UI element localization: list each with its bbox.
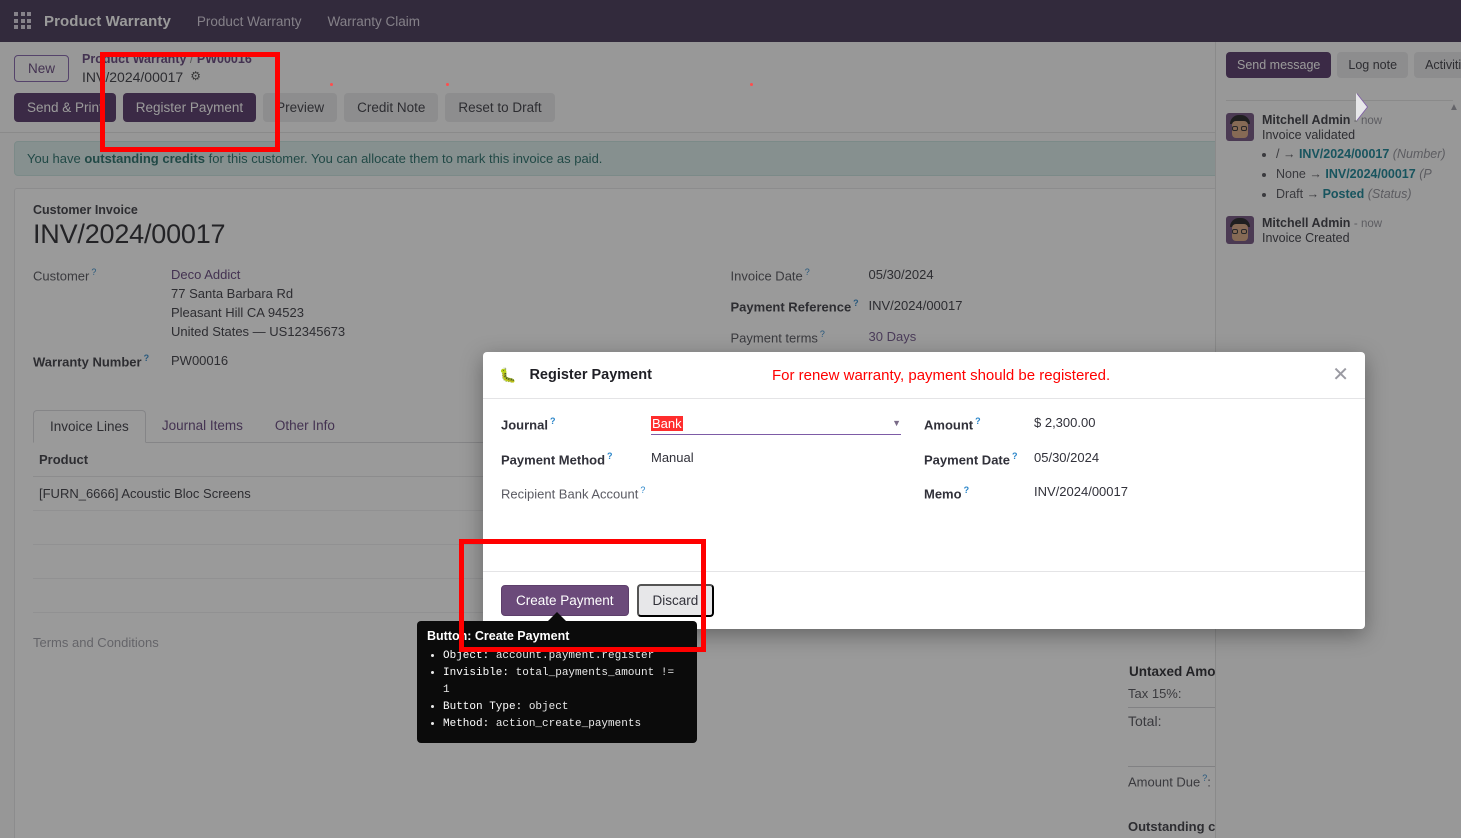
tooltip-item: Method: action_create_payments	[443, 716, 687, 733]
tooltip-item-value: account.payment.register	[489, 650, 654, 662]
dialog-left-column: Journal? Bank ▼ Payment Method? Manual R…	[501, 415, 924, 571]
annotation-dot	[330, 83, 333, 86]
tooltip-item-key: Invisible:	[443, 667, 509, 679]
dialog-title: Register Payment	[529, 367, 652, 383]
tooltip-title-prefix: Button	[427, 629, 467, 643]
field-payment-date: Payment Date? 05/30/2024	[924, 450, 1347, 470]
field-memo-value[interactable]: INV/2024/00017	[1034, 484, 1128, 504]
field-journal-label-text: Journal	[501, 417, 548, 432]
field-recipient-bank-account-label: Recipient Bank Account?	[501, 484, 651, 504]
dialog-body: Journal? Bank ▼ Payment Method? Manual R…	[483, 399, 1365, 571]
annotation-dot	[446, 83, 449, 86]
tooltip-title: Button: Create Payment	[427, 629, 687, 643]
chevron-down-icon[interactable]: ▼	[892, 418, 901, 428]
field-amount: Amount? $ 2,300.00	[924, 415, 1347, 435]
tooltip-item-key: Button Type:	[443, 701, 522, 713]
field-memo: Memo? INV/2024/00017	[924, 484, 1347, 504]
journal-select[interactable]: Bank ▼	[651, 415, 901, 435]
tooltip-items: Object: account.payment.register Invisib…	[443, 648, 687, 733]
field-recipient-bank-account: Recipient Bank Account?	[501, 484, 924, 504]
field-payment-method-label: Payment Method?	[501, 450, 651, 470]
help-icon[interactable]: ?	[640, 485, 645, 495]
tooltip-item-key: Object:	[443, 650, 489, 662]
journal-select-value[interactable]: Bank	[651, 416, 683, 431]
discard-button[interactable]: Discard	[637, 584, 715, 617]
field-payment-date-label-text: Payment Date	[924, 452, 1010, 467]
tooltip-item-key: Method:	[443, 718, 489, 730]
tooltip-item: Invisible: total_payments_amount != 1	[443, 665, 687, 699]
help-icon[interactable]: ?	[1012, 451, 1018, 461]
field-amount-label-text: Amount	[924, 417, 973, 432]
annotation-dot	[750, 83, 753, 86]
field-memo-label: Memo?	[924, 484, 1034, 504]
field-amount-label: Amount?	[924, 415, 1034, 435]
tooltip-item-value: object	[522, 701, 568, 713]
help-icon[interactable]: ?	[607, 451, 613, 461]
field-amount-value[interactable]: $ 2,300.00	[1034, 415, 1095, 435]
tooltip-item: Button Type: object	[443, 699, 687, 716]
status-arrow-inner	[1356, 93, 1367, 121]
field-journal-label: Journal?	[501, 415, 651, 435]
dialog-header: 🐛 Register Payment For renew warranty, p…	[483, 352, 1365, 399]
tooltip-item-value: action_create_payments	[489, 718, 641, 730]
register-payment-dialog: 🐛 Register Payment For renew warranty, p…	[483, 352, 1365, 629]
field-payment-method-value[interactable]: Manual	[651, 450, 694, 470]
annotation-text: For renew warranty, payment should be re…	[772, 367, 1110, 384]
debug-tooltip: Button: Create Payment Object: account.p…	[417, 621, 697, 743]
help-icon[interactable]: ?	[975, 416, 981, 426]
help-icon[interactable]: ?	[964, 485, 970, 495]
bug-debug-icon[interactable]: 🐛	[499, 367, 516, 384]
tooltip-arrow	[547, 612, 567, 622]
screen-root: Product Warranty Product Warranty Warran…	[0, 0, 1461, 838]
field-journal: Journal? Bank ▼	[501, 415, 924, 435]
dialog-right-column: Amount? $ 2,300.00 Payment Date? 05/30/2…	[924, 415, 1347, 571]
tooltip-item: Object: account.payment.register	[443, 648, 687, 665]
field-payment-date-label: Payment Date?	[924, 450, 1034, 470]
field-payment-method-label-text: Payment Method	[501, 452, 605, 467]
help-icon[interactable]: ?	[550, 416, 556, 426]
tooltip-title-name: Create Payment	[475, 629, 570, 643]
field-payment-method: Payment Method? Manual	[501, 450, 924, 470]
close-icon[interactable]: ✕	[1332, 365, 1349, 385]
field-memo-label-text: Memo	[924, 486, 962, 501]
tooltip-title-sep: :	[467, 629, 475, 643]
field-payment-date-value[interactable]: 05/30/2024	[1034, 450, 1099, 470]
field-recipient-bank-account-label-text: Recipient Bank Account	[501, 486, 638, 501]
